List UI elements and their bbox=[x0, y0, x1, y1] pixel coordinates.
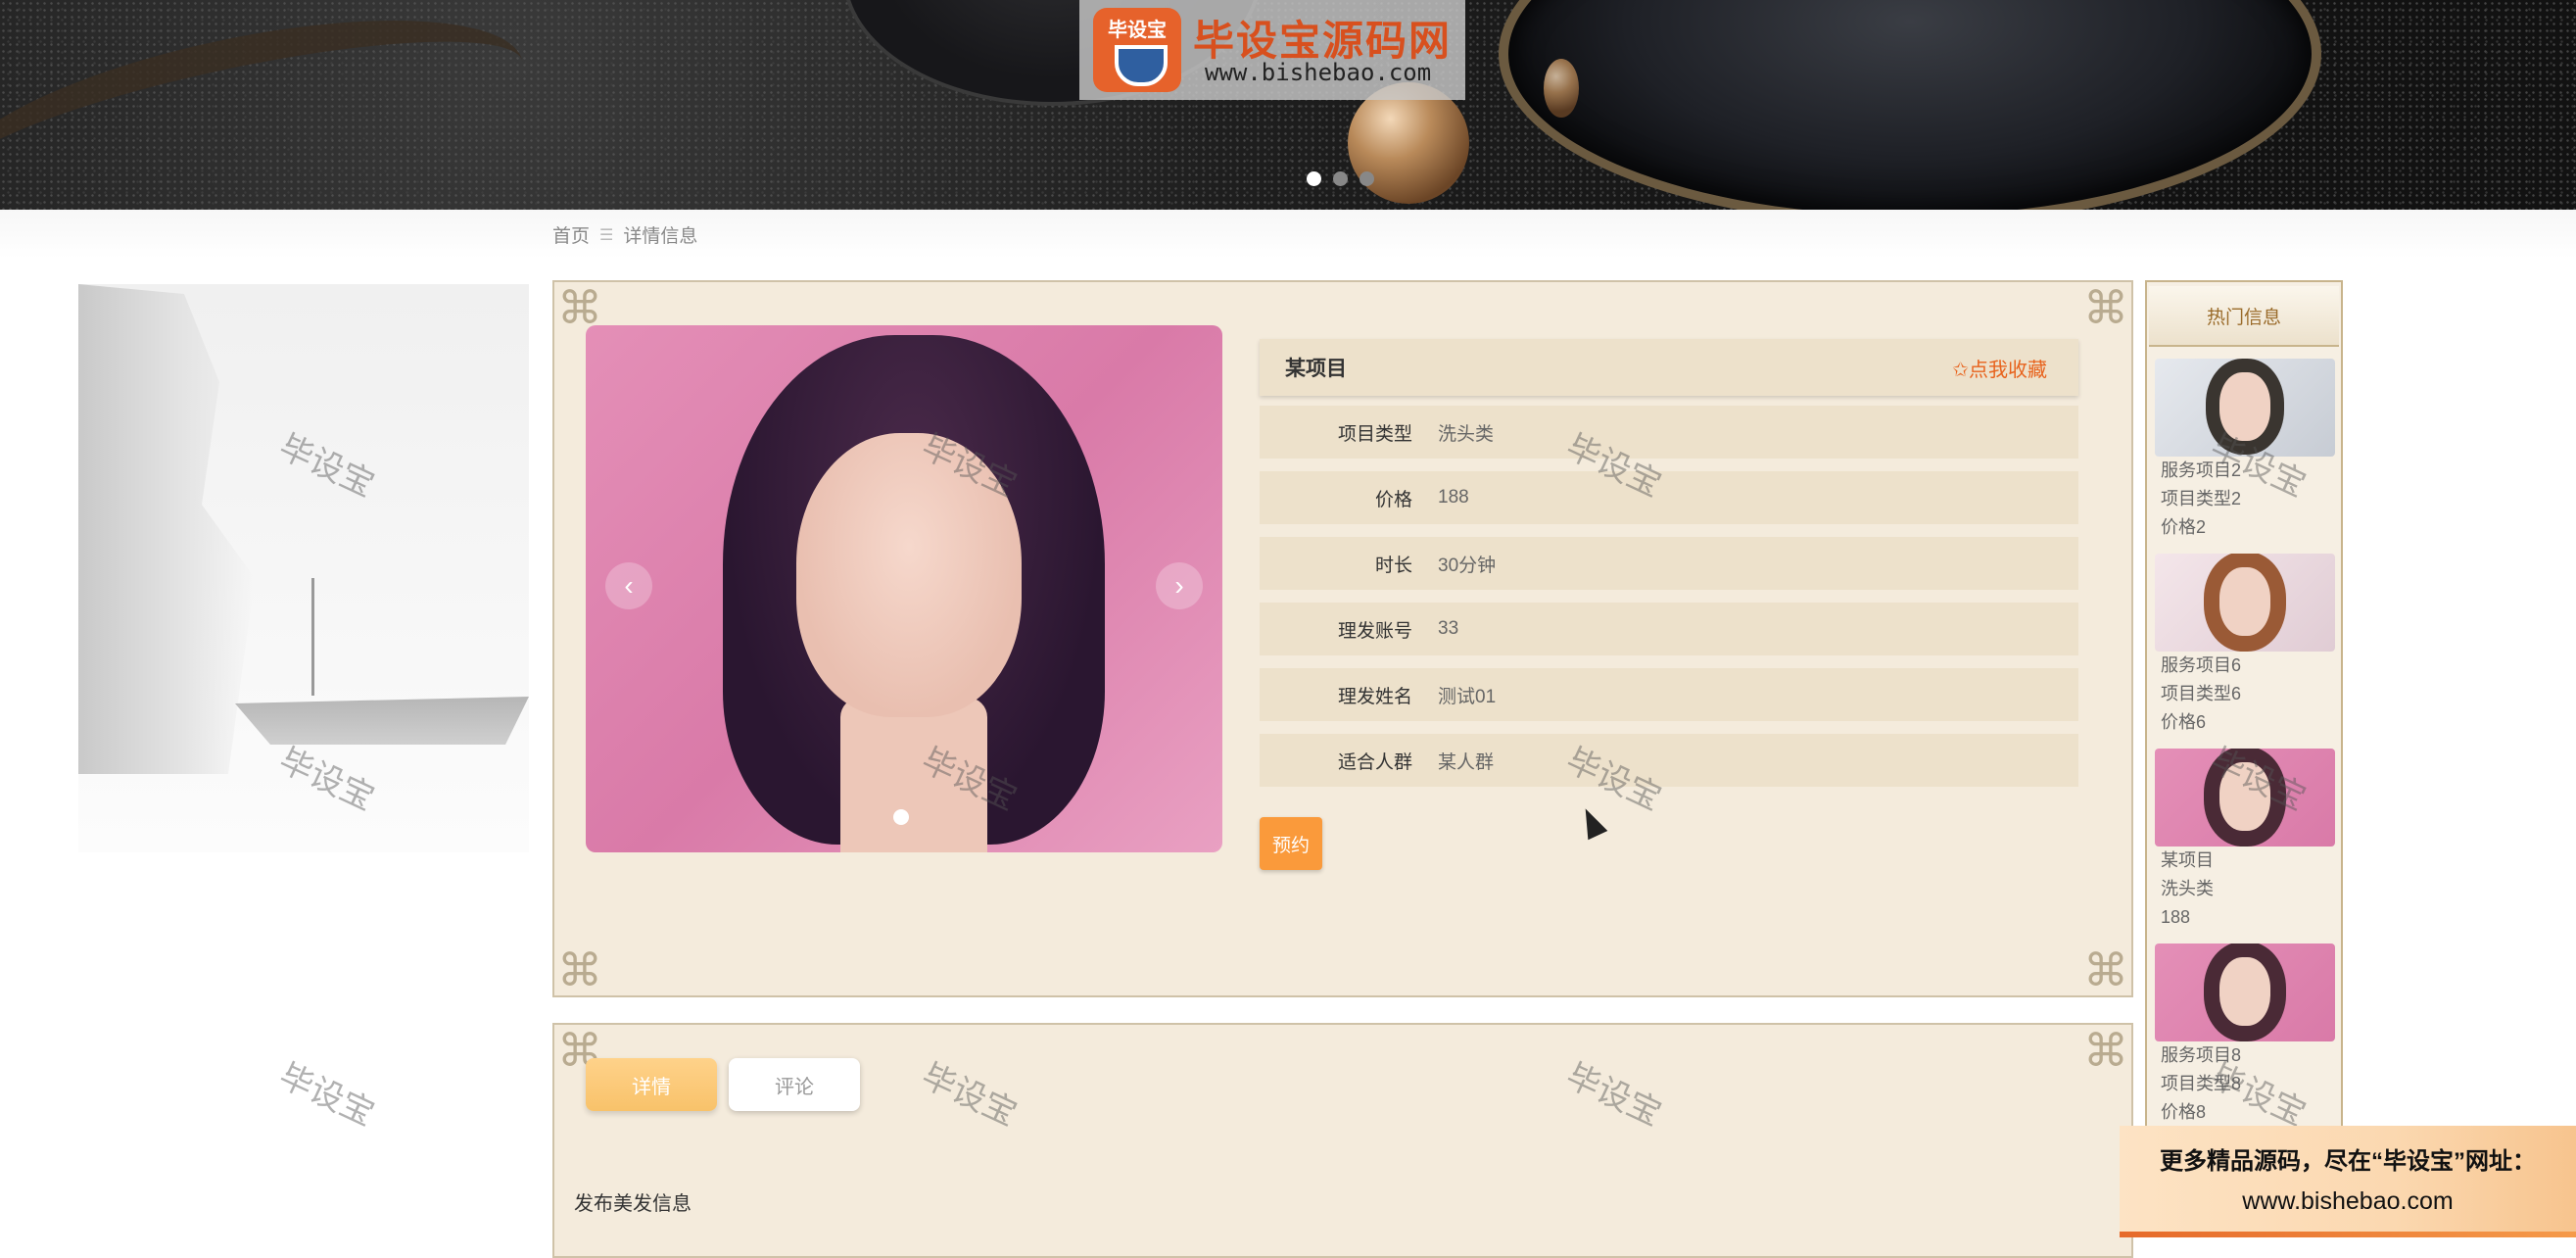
sidebar-item[interactable]: 服务项目6 项目类型6 价格6 bbox=[2155, 554, 2335, 737]
field-label: 适合人群 bbox=[1337, 751, 1412, 773]
breadcrumb-bar bbox=[0, 210, 2576, 259]
hero-banner: 毕设宝 毕设宝源码网 www.bishebao.com bbox=[0, 0, 2576, 210]
sidebar-item-title: 某项目 bbox=[2161, 850, 2214, 870]
product-header: 某项目 ✩点我收藏 bbox=[1260, 339, 2078, 396]
sidebar-item-price: 价格6 bbox=[2161, 712, 2207, 732]
carousel-dot[interactable] bbox=[893, 809, 909, 825]
info-row-barber-account: 理发账号 33 bbox=[1260, 603, 2078, 655]
sidebar-item-price: 188 bbox=[2161, 907, 2191, 927]
field-label: 理发账号 bbox=[1337, 620, 1412, 642]
breadcrumb-separator-icon: ☰ bbox=[599, 226, 614, 244]
tab-panel: ⌘ ⌘ 详情 评论 发布美发信息 bbox=[552, 1023, 2133, 1258]
sidebar-item-type: 项目类型2 bbox=[2161, 489, 2242, 508]
boat-illustration bbox=[235, 697, 529, 745]
promo-line-2: www.bishebao.com bbox=[2242, 1187, 2454, 1215]
corner-ornament-icon: ⌘ bbox=[2083, 944, 2128, 995]
info-row-type: 项目类型 洗头类 bbox=[1260, 406, 2078, 459]
sidebar-item-type: 项目类型6 bbox=[2161, 684, 2242, 703]
sidebar-item-title: 服务项目6 bbox=[2161, 655, 2242, 675]
breadcrumb-home-link[interactable]: 首页 bbox=[552, 221, 590, 248]
field-label: 项目类型 bbox=[1337, 423, 1412, 445]
book-button[interactable]: 预约 bbox=[1260, 817, 1322, 870]
banner-dot-1[interactable] bbox=[1307, 171, 1321, 186]
field-label: 时长 bbox=[1374, 555, 1412, 576]
section-title: 发布美发信息 bbox=[574, 1193, 692, 1215]
banner-dot-3[interactable] bbox=[1360, 171, 1374, 186]
sidebar-title: 热门信息 bbox=[2149, 286, 2339, 347]
product-image-carousel[interactable]: ‹ › bbox=[586, 325, 1222, 852]
promo-banner[interactable]: 更多精品源码，尽在“毕设宝”网址： www.bishebao.com bbox=[2120, 1126, 2576, 1237]
corner-ornament-icon: ⌘ bbox=[557, 944, 602, 995]
favorite-button[interactable]: ✩点我收藏 bbox=[1952, 354, 2047, 382]
logo-url: www.bishebao.com bbox=[1205, 59, 1432, 86]
corner-ornament-icon: ⌘ bbox=[2083, 282, 2128, 333]
tab-comments[interactable]: 评论 bbox=[729, 1058, 860, 1111]
info-row-price: 价格 188 bbox=[1260, 471, 2078, 524]
carousel-next-button[interactable]: › bbox=[1156, 562, 1203, 609]
sidebar-item-price: 价格2 bbox=[2161, 517, 2207, 537]
info-row-duration: 时长 30分钟 bbox=[1260, 537, 2078, 590]
banner-dot-2[interactable] bbox=[1333, 171, 1348, 186]
carousel-prev-button[interactable]: ‹ bbox=[605, 562, 652, 609]
field-value: 洗头类 bbox=[1438, 423, 1495, 445]
field-value: 33 bbox=[1438, 618, 1459, 639]
product-info: 某项目 ✩点我收藏 项目类型 洗头类 价格 188 时长 30分钟 理发账号 3… bbox=[1260, 339, 2078, 799]
field-value: 188 bbox=[1438, 487, 1469, 508]
info-row-barber-name: 理发姓名 测试01 bbox=[1260, 668, 2078, 721]
detail-panel: ⌘ ⌘ ⌘ ⌘ ‹ › 某项目 ✩点我收藏 项目类型 洗头类 价格 188 时长… bbox=[552, 280, 2133, 997]
sidebar-thumbnail[interactable] bbox=[2155, 554, 2335, 652]
logo-emblem-icon: 毕设宝 bbox=[1093, 8, 1181, 92]
field-value: 某人群 bbox=[1438, 751, 1495, 773]
site-logo[interactable]: 毕设宝 毕设宝源码网 www.bishebao.com bbox=[1079, 0, 1465, 100]
field-label: 理发姓名 bbox=[1337, 686, 1412, 707]
sidebar-thumbnail[interactable] bbox=[2155, 944, 2335, 1041]
promo-line-1: 更多精品源码，尽在“毕设宝”网址： bbox=[2160, 1148, 2536, 1175]
product-name: 某项目 bbox=[1285, 358, 1347, 380]
watermark: 毕设宝 bbox=[273, 1056, 380, 1134]
corner-ornament-icon: ⌘ bbox=[2083, 1025, 2128, 1076]
hot-info-sidebar: 热门信息 服务项目2 项目类型2 价格2 服务项目6 项目类型6 价格6 某项目… bbox=[2145, 280, 2343, 1162]
breadcrumb-current: 详情信息 bbox=[623, 226, 698, 247]
field-value: 测试01 bbox=[1438, 686, 1497, 707]
breadcrumb: 首页 ☰ 详情信息 bbox=[552, 221, 697, 248]
sidebar-item-type: 洗头类 bbox=[2161, 879, 2214, 898]
field-label: 价格 bbox=[1374, 489, 1412, 510]
carousel-indicators bbox=[1307, 171, 1374, 186]
tab-detail[interactable]: 详情 bbox=[586, 1058, 717, 1111]
field-value: 30分钟 bbox=[1438, 555, 1497, 576]
